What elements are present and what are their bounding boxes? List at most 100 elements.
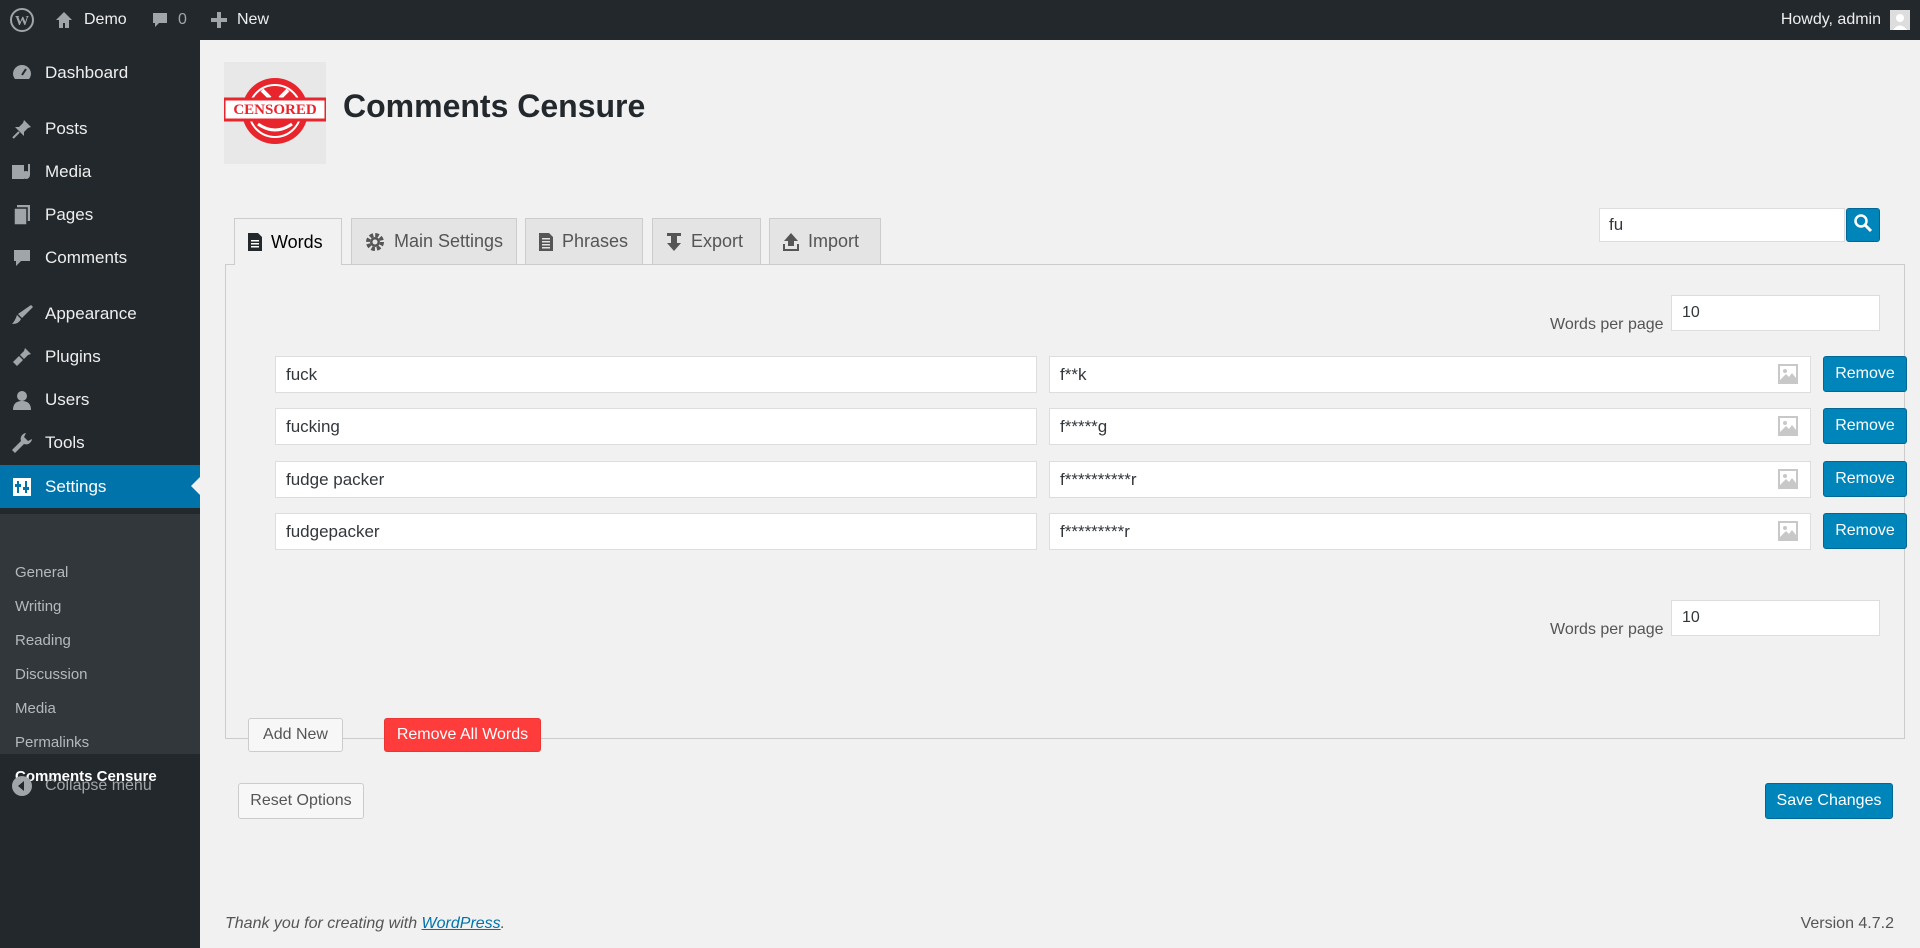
menu-item-settings[interactable]: Settings — [0, 465, 200, 508]
brush-icon — [11, 303, 33, 325]
replacement-input[interactable] — [1049, 513, 1811, 550]
remove-button[interactable]: Remove — [1823, 461, 1907, 497]
remove-button[interactable]: Remove — [1823, 408, 1907, 444]
words-per-page-input-top[interactable] — [1671, 295, 1880, 331]
main-content: CENSORED Comments Censure Words Main Set… — [200, 40, 1920, 948]
submenu-discussion[interactable]: Discussion — [15, 666, 88, 683]
submenu-media[interactable]: Media — [15, 700, 56, 717]
reset-options-button[interactable]: Reset Options — [238, 783, 364, 819]
home-icon — [54, 10, 74, 30]
download-icon — [665, 232, 683, 252]
user-icon — [11, 389, 33, 411]
footer-thanks-prefix: Thank you for creating with — [225, 915, 422, 932]
menu-label-comments: Comments — [45, 247, 128, 267]
tab-words[interactable]: Words — [234, 218, 342, 265]
plus-icon — [211, 12, 227, 28]
document-lines-icon — [538, 232, 554, 252]
menu-label-plugins: Plugins — [45, 346, 101, 366]
menu-label-appearance: Appearance — [45, 303, 137, 323]
replacement-input[interactable] — [1049, 408, 1811, 445]
replacement-input[interactable] — [1049, 356, 1811, 393]
comments-count: 0 — [178, 11, 187, 28]
pages-icon — [11, 204, 33, 226]
menu-item-media[interactable]: Media — [0, 150, 200, 193]
media-icon — [11, 161, 33, 183]
menu-label-pages: Pages — [45, 204, 94, 224]
pin-icon — [11, 118, 33, 140]
add-new-button[interactable]: Add New — [248, 718, 343, 752]
menu-label-users: Users — [45, 389, 90, 409]
word-input[interactable] — [275, 408, 1037, 445]
word-input[interactable] — [275, 513, 1037, 550]
image-icon[interactable] — [1777, 363, 1799, 385]
submenu-general[interactable]: General — [15, 564, 68, 581]
words-panel: Words per page Remove Remove Remove Remo… — [225, 264, 1907, 752]
footer-thanks-suffix: . — [500, 915, 506, 932]
settings-submenu: General Writing Reading Discussion Media… — [0, 514, 200, 785]
words-per-page-input-bottom[interactable] — [1671, 600, 1880, 636]
menu-item-pages[interactable]: Pages — [0, 193, 200, 236]
search-input[interactable] — [1599, 208, 1845, 242]
words-per-page-label-top: Words per page — [1550, 316, 1664, 333]
tab-export[interactable]: Export — [652, 218, 761, 264]
menu-item-dashboard[interactable]: Dashboard — [0, 51, 200, 94]
document-icon — [247, 232, 263, 252]
howdy-text: Howdy, admin — [1780, 11, 1881, 28]
word-input[interactable] — [275, 356, 1037, 393]
tab-phrases[interactable]: Phrases — [525, 218, 643, 264]
menu-item-tools[interactable]: Tools — [0, 421, 200, 464]
menu-label-posts: Posts — [45, 118, 88, 138]
censored-logo: CENSORED — [222, 62, 328, 164]
wordpress-logo-icon[interactable]: W — [10, 0, 34, 40]
submenu-permalinks[interactable]: Permalinks — [15, 734, 89, 751]
footer-thanks: Thank you for creating with WordPress. — [225, 915, 505, 933]
menu-item-users[interactable]: Users — [0, 378, 200, 421]
remove-button[interactable]: Remove — [1823, 513, 1907, 549]
wordpress-link[interactable]: WordPress — [422, 915, 501, 932]
gear-icon — [364, 231, 386, 253]
menu-label-media: Media — [45, 161, 92, 181]
plug-icon — [11, 346, 33, 368]
menu-label-dashboard: Dashboard — [45, 62, 129, 82]
menu-item-comments[interactable]: Comments — [0, 236, 200, 279]
menu-item-appearance[interactable]: Appearance — [0, 292, 200, 335]
word-input[interactable] — [275, 461, 1037, 498]
wrench-icon — [11, 432, 33, 454]
new-content-link[interactable]: New — [211, 0, 269, 40]
svg-text:W: W — [15, 14, 29, 29]
search-button[interactable] — [1846, 208, 1880, 242]
submenu-reading[interactable]: Reading — [15, 632, 71, 649]
remove-button[interactable]: Remove — [1823, 356, 1907, 392]
collapse-menu-label: Collapse menu — [45, 776, 152, 794]
collapse-arrow-icon — [11, 775, 33, 802]
tab-label-import: Import — [808, 231, 860, 251]
save-changes-button[interactable]: Save Changes — [1765, 783, 1893, 819]
version-text: Version 4.7.2 — [1800, 915, 1894, 932]
search-icon — [1853, 213, 1873, 238]
site-name-link[interactable]: Demo — [54, 0, 127, 40]
submenu-writing[interactable]: Writing — [15, 598, 61, 615]
menu-item-posts[interactable]: Posts — [0, 107, 200, 150]
menu-label-settings: Settings — [45, 476, 107, 496]
image-icon[interactable] — [1777, 520, 1799, 542]
image-icon[interactable] — [1777, 415, 1799, 437]
admin-bar: W Demo 0 New Howdy, admin — [0, 0, 1920, 40]
image-icon[interactable] — [1777, 468, 1799, 490]
tab-import[interactable]: Import — [769, 218, 881, 264]
comment-bubble-icon — [150, 10, 170, 30]
tab-label-main-settings: Main Settings — [394, 231, 504, 251]
menu-label-tools: Tools — [45, 432, 85, 452]
menu-item-plugins[interactable]: Plugins — [0, 335, 200, 378]
tab-label-phrases: Phrases — [562, 231, 629, 251]
replacement-input[interactable] — [1049, 461, 1811, 498]
tab-main-settings[interactable]: Main Settings — [351, 218, 517, 264]
page-title: Comments Censure — [343, 88, 646, 124]
remove-all-words-button[interactable]: Remove All Words — [384, 718, 541, 752]
comments-link[interactable]: 0 — [150, 0, 187, 40]
new-label: New — [237, 11, 270, 28]
collapse-menu-button[interactable]: Collapse menu — [0, 764, 200, 807]
settings-icon — [11, 476, 33, 498]
avatar — [1890, 10, 1910, 30]
my-account-link[interactable]: Howdy, admin — [1781, 0, 1910, 40]
admin-menu: Dashboard Posts Media Pages Comments App… — [0, 40, 200, 948]
